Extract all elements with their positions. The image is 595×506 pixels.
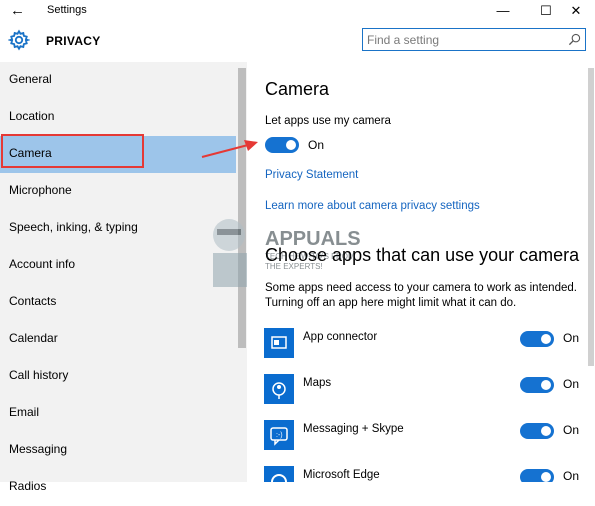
search-icon[interactable]	[568, 33, 581, 46]
privacy-statement-link[interactable]: Privacy Statement	[265, 169, 358, 181]
app-name: App connector	[303, 331, 378, 343]
sidebar-item-label: Email	[9, 405, 40, 419]
back-arrow-icon[interactable]: ←	[10, 2, 25, 19]
watermark-title: APPUALS	[265, 228, 361, 250]
toggle-knob	[541, 380, 551, 390]
toggle-knob	[286, 140, 296, 150]
app-name: Messaging + Skype	[303, 423, 404, 435]
app-toggle-state: On	[563, 377, 580, 391]
search-input[interactable]	[367, 31, 563, 48]
title-bar: ← Settings — ☐ ✕	[0, 0, 595, 22]
sidebar-item-location[interactable]: Location	[0, 99, 236, 136]
section-heading: Camera	[265, 79, 330, 99]
sidebar-item-label: Account info	[9, 257, 76, 271]
watermark-logo: APPUALS TECH HOW-TO'S FROM THE EXPERTS!	[197, 195, 397, 295]
app-row-messaging-skype: :-) Messaging + Skype On	[264, 420, 594, 454]
camera-toggle-state: On	[308, 138, 325, 152]
sidebar-item-label: Messaging	[9, 442, 68, 456]
window-title: Settings	[47, 4, 87, 16]
close-button[interactable]: ✕	[557, 0, 595, 22]
gear-icon	[8, 29, 30, 51]
microsoft-edge-icon	[264, 466, 294, 482]
app-toggle-state: On	[563, 423, 580, 437]
camera-toggle-label: Let apps use my camera	[265, 115, 391, 127]
messaging-skype-icon: :-)	[264, 420, 294, 450]
sidebar-item-radios[interactable]: Radios	[0, 469, 236, 506]
sidebar-item-label: Calendar	[9, 331, 58, 345]
sidebar-item-label: Contacts	[9, 294, 57, 308]
camera-toggle[interactable]	[265, 137, 299, 153]
maps-toggle[interactable]	[520, 377, 554, 393]
toggle-knob	[541, 426, 551, 436]
app-toggle-state: On	[563, 469, 580, 482]
watermark-line2: TECH HOW-TO'S FROM	[265, 252, 355, 261]
search-box[interactable]	[362, 28, 586, 51]
sidebar-item-label: General	[9, 72, 52, 86]
sidebar-item-messaging[interactable]: Messaging	[0, 432, 236, 469]
svg-text::-): :-)	[276, 432, 283, 439]
maps-icon	[264, 374, 294, 404]
toggle-knob	[541, 334, 551, 344]
sidebar-item-calendar[interactable]: Calendar	[0, 321, 236, 358]
app-row-app-connector: App connector On	[264, 328, 594, 362]
app-name: Microsoft Edge	[303, 469, 380, 481]
app-name: Maps	[303, 377, 332, 389]
sidebar-item-call-history[interactable]: Call history	[0, 358, 236, 395]
microsoft-edge-toggle[interactable]	[520, 469, 554, 482]
app-connector-toggle[interactable]	[520, 331, 554, 347]
selection-highlight-box	[1, 134, 144, 168]
page-title: PRIVACY	[46, 34, 101, 48]
sidebar-item-label: Call history	[9, 368, 69, 382]
app-connector-icon	[264, 328, 294, 358]
sidebar-item-label: Microphone	[9, 183, 72, 197]
watermark-mascot-icon: APPUALS TECH HOW-TO'S FROM THE EXPERTS!	[213, 219, 361, 287]
app-row-maps: Maps On	[264, 374, 594, 408]
app-toggle-state: On	[563, 331, 580, 345]
sidebar-item-general[interactable]: General	[0, 62, 236, 99]
content-scrollbar-thumb[interactable]	[588, 68, 594, 366]
app-row-microsoft-edge: Microsoft Edge On	[264, 466, 594, 482]
watermark-line3: THE EXPERTS!	[265, 262, 323, 271]
toggle-knob	[541, 472, 551, 482]
page-header: PRIVACY	[0, 22, 595, 62]
sidebar-item-label: Speech, inking, & typing	[9, 220, 138, 234]
annotation-arrow-icon	[201, 140, 258, 158]
sidebar-item-label: Location	[9, 109, 55, 123]
minimize-button[interactable]: —	[480, 0, 526, 22]
sidebar-item-email[interactable]: Email	[0, 395, 236, 432]
messaging-skype-toggle[interactable]	[520, 423, 554, 439]
sidebar-item-label: Radios	[9, 479, 47, 493]
